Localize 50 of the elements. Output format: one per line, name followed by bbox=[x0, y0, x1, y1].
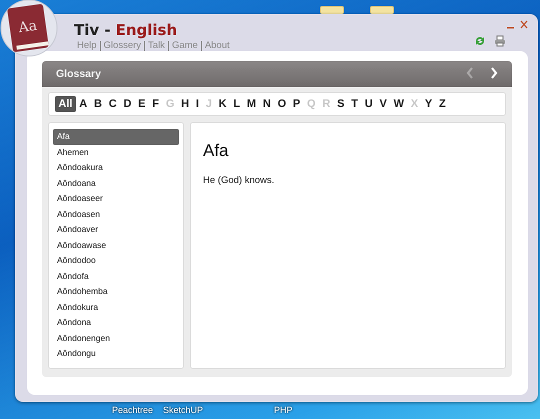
letter-filter[interactable]: All bbox=[55, 96, 76, 112]
word-item[interactable]: Aôndoakura bbox=[53, 160, 179, 176]
letter-filter[interactable]: Z bbox=[436, 96, 450, 112]
word-item[interactable]: Ahemen bbox=[53, 144, 179, 160]
letter-filter[interactable]: P bbox=[290, 96, 304, 112]
word-item[interactable]: Aôndohemba bbox=[53, 284, 179, 300]
letter-filter[interactable]: U bbox=[361, 96, 376, 112]
word-item[interactable]: Aôndoawase bbox=[53, 238, 179, 253]
word-item[interactable]: Aôndofa bbox=[53, 268, 179, 284]
letter-filter[interactable]: F bbox=[148, 96, 162, 112]
window-title: English bbox=[116, 21, 178, 39]
letter-filter[interactable]: C bbox=[105, 96, 120, 112]
refresh-icon[interactable] bbox=[474, 35, 486, 47]
word-item[interactable]: Aôndongu bbox=[53, 346, 179, 362]
glossary-title: Glossary bbox=[56, 68, 101, 80]
word-item[interactable]: Aôndoana bbox=[53, 176, 179, 191]
letter-filter[interactable]: L bbox=[230, 96, 244, 112]
close-icon[interactable] bbox=[520, 20, 528, 29]
letter-filter[interactable]: E bbox=[134, 96, 149, 112]
word-item[interactable]: Aôndona bbox=[53, 315, 179, 330]
word-item[interactable]: Aôndoaver bbox=[53, 222, 179, 238]
word-item[interactable]: Aôndodoo bbox=[53, 253, 179, 268]
folder-icon[interactable] bbox=[320, 6, 344, 14]
word-item[interactable]: Aôndoasen bbox=[53, 206, 179, 222]
word-item[interactable]: Afa bbox=[53, 129, 179, 144]
letter-filter[interactable]: B bbox=[90, 96, 106, 112]
letter-filter[interactable]: T bbox=[348, 96, 362, 112]
word-item[interactable]: Aôndokura bbox=[53, 300, 179, 315]
folder-icon[interactable] bbox=[370, 6, 394, 14]
letter-filter[interactable]: D bbox=[120, 96, 135, 112]
word-item[interactable]: Aôndonengen bbox=[53, 330, 179, 346]
letter-filter[interactable]: O bbox=[274, 96, 290, 112]
letter-filter[interactable]: Y bbox=[422, 96, 436, 112]
entry-definition: He (God) knows. bbox=[203, 175, 274, 186]
letter-filter[interactable]: K bbox=[215, 96, 230, 112]
letter-filter[interactable]: A bbox=[76, 96, 91, 112]
window-title: Tiv - bbox=[74, 21, 111, 39]
letter-filter[interactable]: I bbox=[192, 96, 202, 112]
entry-word: Afa bbox=[203, 141, 229, 161]
letter-filter[interactable]: W bbox=[390, 96, 408, 112]
letter-filter[interactable]: H bbox=[178, 96, 192, 112]
book-logo-icon: Aa bbox=[0, 0, 60, 58]
printer-icon[interactable] bbox=[494, 35, 506, 47]
chevron-right-icon[interactable] bbox=[490, 66, 498, 78]
minimize-icon[interactable] bbox=[507, 26, 514, 29]
letter-filter[interactable]: N bbox=[259, 96, 274, 112]
word-item[interactable]: Aôndoaseer bbox=[53, 191, 179, 206]
letter-filter[interactable]: S bbox=[334, 96, 348, 112]
letter-filter[interactable]: V bbox=[376, 96, 390, 112]
letter-filter[interactable]: M bbox=[244, 96, 260, 112]
